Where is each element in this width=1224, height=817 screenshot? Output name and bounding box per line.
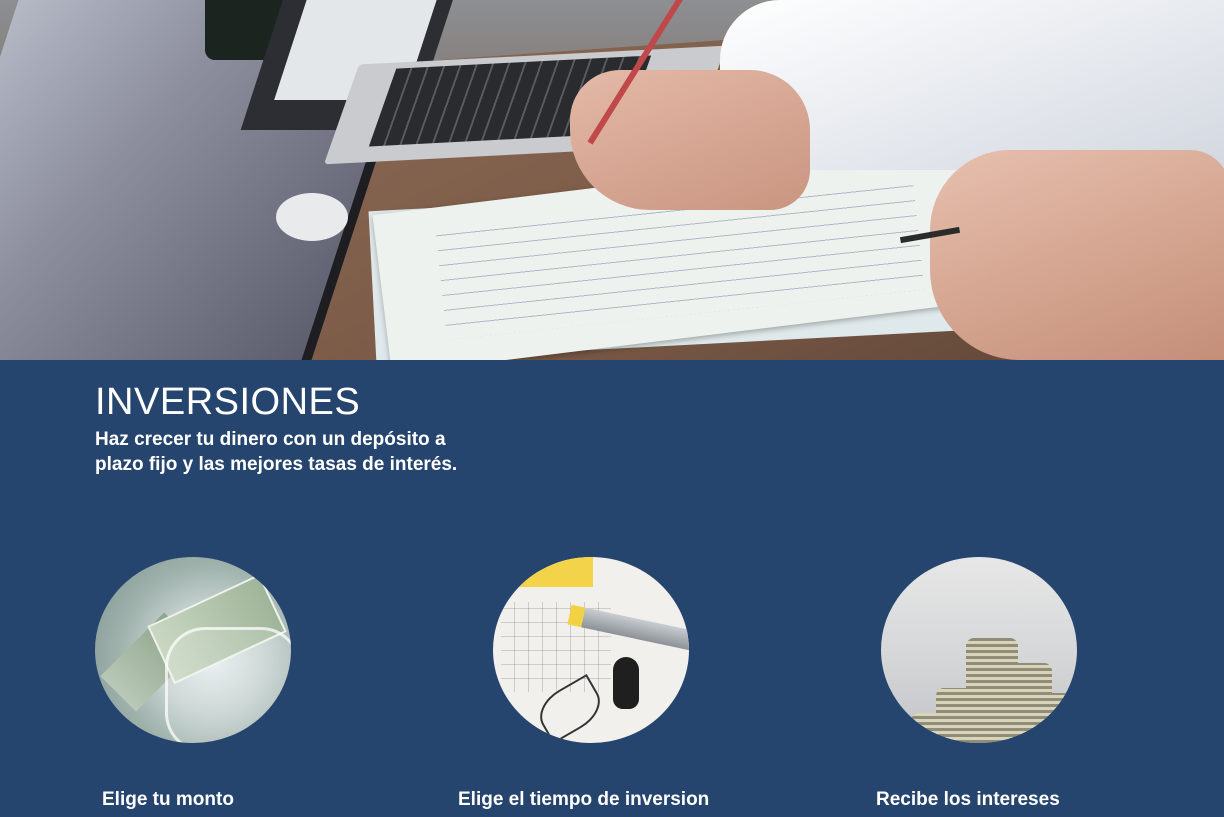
money-jar-image xyxy=(95,557,291,743)
page-title: INVERSIONES xyxy=(95,381,361,423)
page-subtitle: Haz crecer tu dinero con un depósito a p… xyxy=(95,429,458,475)
coin-stacks-image xyxy=(881,557,1077,743)
hand-pointing xyxy=(930,150,1224,360)
calendar-header-strip xyxy=(493,557,593,587)
step-label-amount: Elige tu monto xyxy=(102,789,234,810)
hand-writing xyxy=(570,70,810,210)
mouse xyxy=(276,193,348,241)
pen-cap xyxy=(613,657,639,709)
step-label-interest: Recibe los intereses xyxy=(876,789,1060,810)
coin-stack xyxy=(1029,693,1075,743)
step-label-time: Elige el tiempo de inversion xyxy=(458,789,710,810)
jar xyxy=(165,627,291,743)
calendar-image xyxy=(493,557,689,743)
hero-image xyxy=(0,0,1224,360)
